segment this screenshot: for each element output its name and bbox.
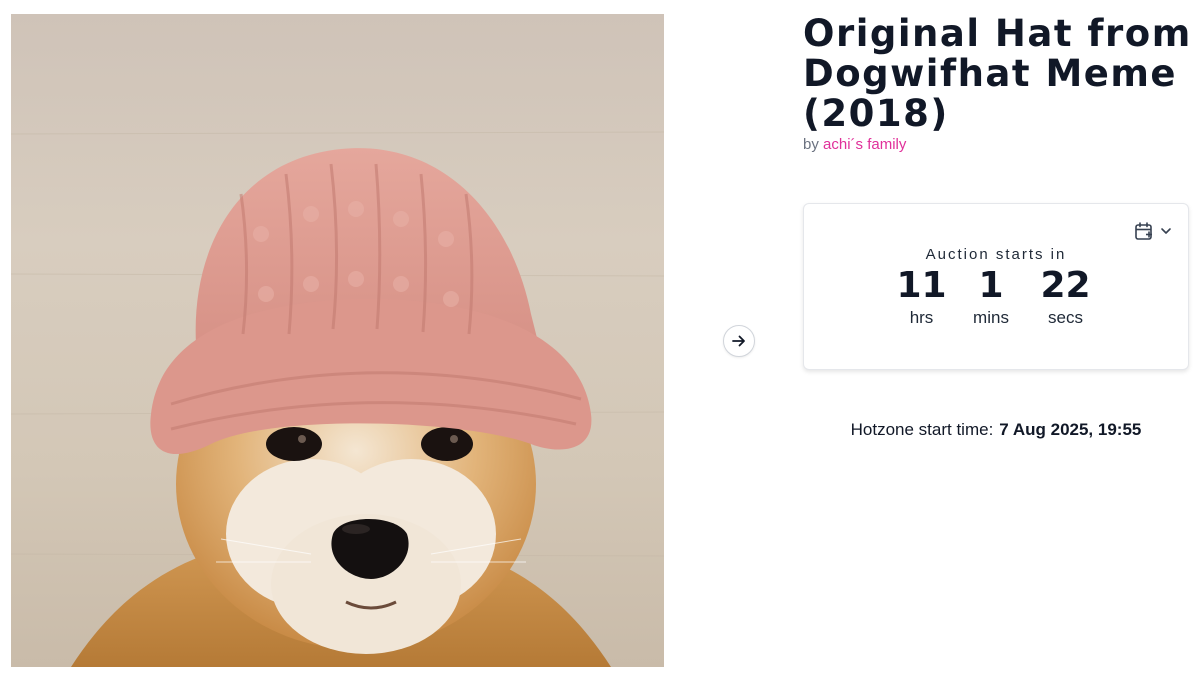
byline-prefix: by <box>803 136 819 153</box>
countdown-minutes-label: mins <box>973 308 1009 327</box>
calendar-plus-icon <box>1135 222 1152 240</box>
add-to-calendar-button[interactable] <box>1134 220 1172 242</box>
countdown-hours-label: hrs <box>909 308 934 327</box>
countdown-seconds: 22 secs <box>1026 266 1106 328</box>
arrow-right-icon <box>732 335 745 347</box>
countdown-minutes: 1 mins <box>959 266 1024 328</box>
hotzone-label: Hotzone start time: <box>850 420 994 439</box>
item-title: Original Hat from Dogwifhat Meme (2018) <box>803 12 1192 135</box>
byline: by achi´s family <box>803 136 906 153</box>
dog-with-hat-illustration <box>11 131 664 667</box>
countdown-hours: 11 hrs <box>887 266 957 328</box>
countdown-minutes-value: 1 <box>978 265 1004 306</box>
artwork-image <box>11 14 664 667</box>
chevron-down-icon <box>1161 228 1171 234</box>
countdown: 11 hrs 1 mins 22 secs <box>804 266 1188 328</box>
hotzone-start-time: Hotzone start time: 7 Aug 2025, 19:55 <box>803 420 1189 440</box>
next-arrow-button[interactable] <box>723 325 755 357</box>
countdown-seconds-label: secs <box>1048 308 1083 327</box>
artist-link[interactable]: achi´s family <box>823 136 906 153</box>
countdown-hours-value: 11 <box>896 265 947 306</box>
auction-label: Auction starts in <box>925 246 1067 263</box>
hotzone-time: 7 Aug 2025, 19:55 <box>999 420 1142 439</box>
countdown-seconds-value: 22 <box>1040 265 1091 306</box>
auction-card: Auction starts in 11 hrs 1 mins 22 secs <box>803 203 1189 370</box>
